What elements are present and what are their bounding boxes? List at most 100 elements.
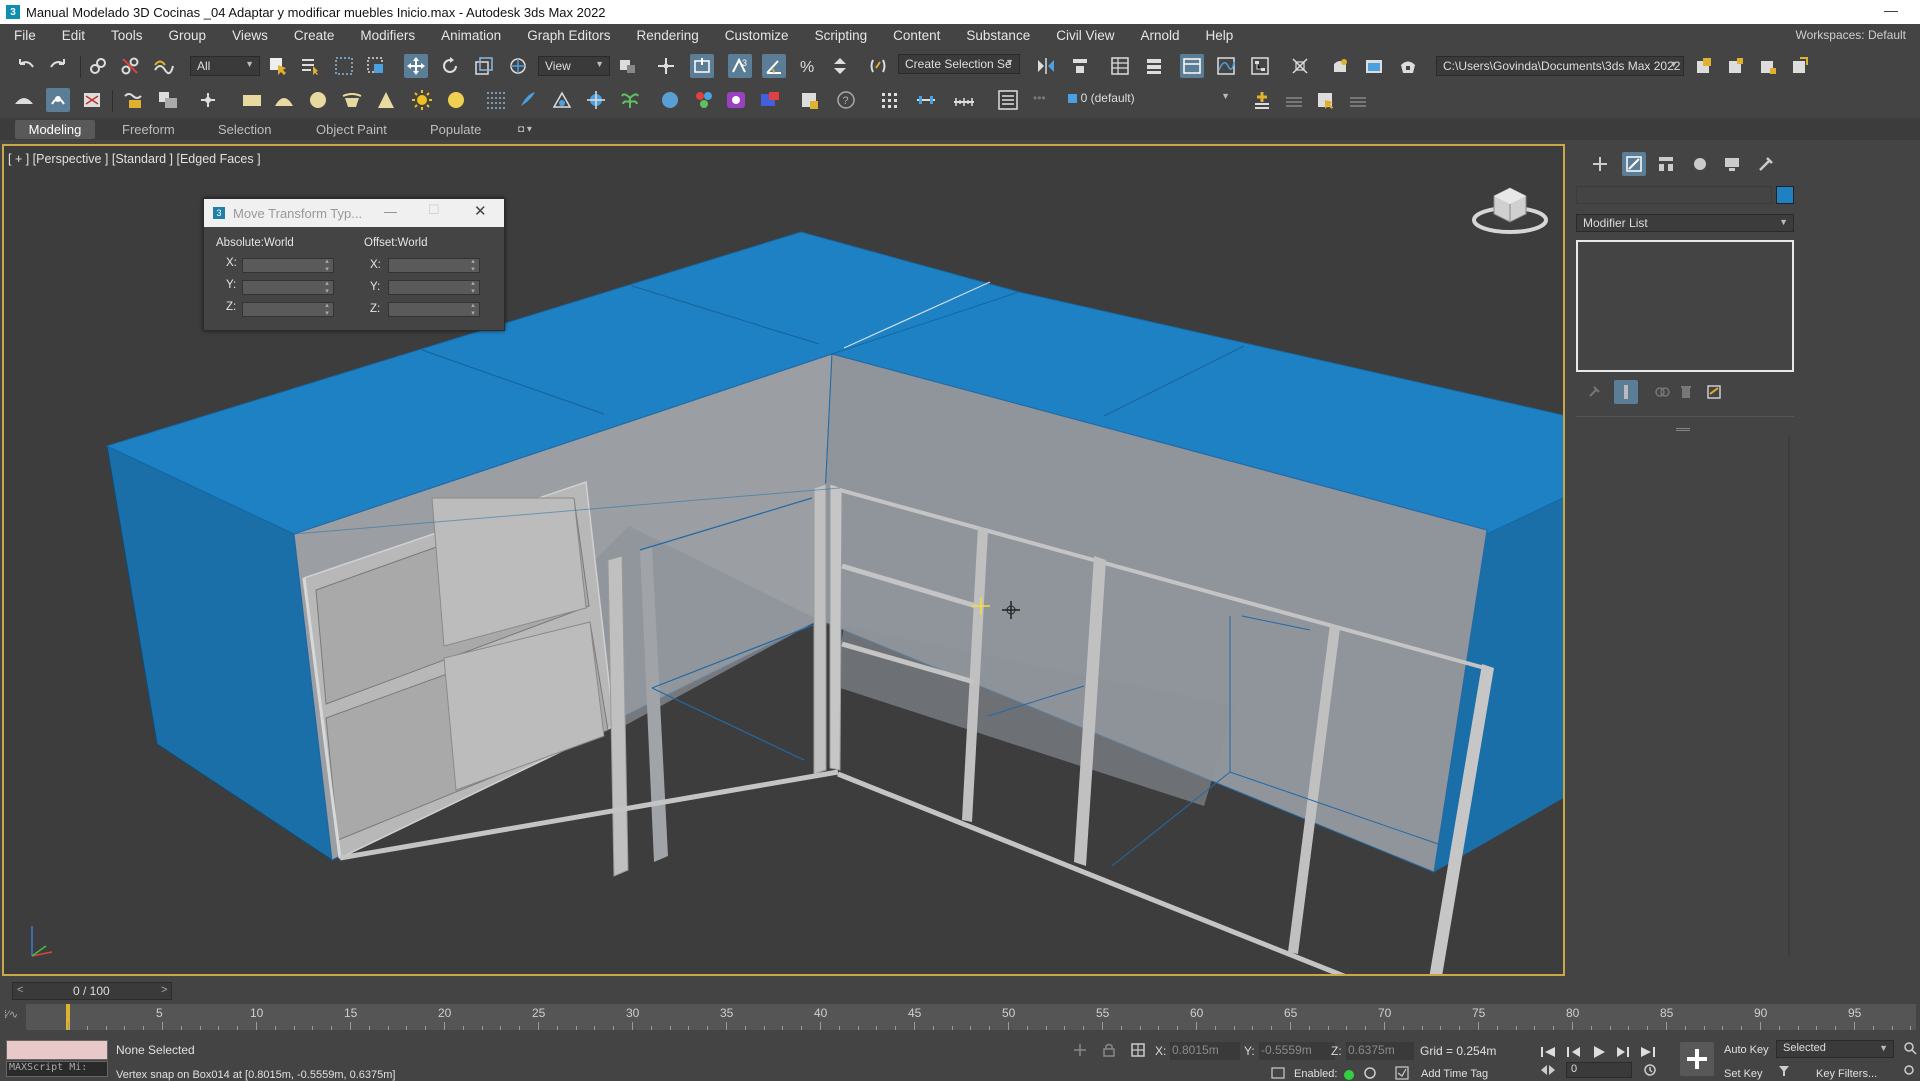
help-icon[interactable]: ?	[834, 88, 858, 112]
menu-create[interactable]: Create	[280, 28, 347, 43]
snaps-toggle-icon[interactable]: 3	[728, 54, 752, 78]
tab-modeling[interactable]: Modeling	[15, 120, 95, 139]
plane-primitive-icon[interactable]	[240, 88, 264, 112]
paint-icon[interactable]	[516, 88, 540, 112]
tab-selection[interactable]: Selection	[208, 120, 281, 139]
create-geometry-icon[interactable]	[12, 88, 36, 112]
selection-lock-icon[interactable]	[1097, 1038, 1121, 1062]
menu-scripting[interactable]: Scripting	[801, 28, 880, 43]
menu-group[interactable]: Group	[155, 28, 219, 43]
key-mode-toggle-icon[interactable]	[1539, 1062, 1557, 1078]
named-selection-dropdown[interactable]: Create Selection Se ▼	[898, 54, 1020, 74]
camera-icon[interactable]	[550, 88, 574, 112]
configure-modifier-sets-icon[interactable]	[1702, 380, 1726, 404]
go-to-end-icon[interactable]	[1636, 1040, 1660, 1064]
mirror-icon[interactable]	[1034, 54, 1058, 78]
create-icon[interactable]	[1588, 152, 1612, 176]
time-configuration-icon[interactable]	[1641, 1062, 1659, 1078]
track-bar[interactable]: 5 10 15 20 25 30 35 40 45 50 55 60 65 70 75 80 85 90 95	[26, 1004, 1916, 1030]
workspaces-selector[interactable]: Workspaces: Default	[1795, 28, 1906, 42]
material-sphere-icon[interactable]	[658, 88, 682, 112]
dialog-minimize-button[interactable]: —	[384, 204, 397, 219]
set-key-icon[interactable]	[1680, 1042, 1714, 1076]
isolate-selection-icon[interactable]	[1068, 1038, 1092, 1062]
menu-edit[interactable]: Edit	[48, 28, 97, 43]
make-unique-icon[interactable]	[1650, 380, 1674, 404]
modifier-stack-list[interactable]	[1576, 240, 1794, 372]
project-folder-dropdown[interactable]: C:\Users\Govinda\Documents\3ds Max 2022 ▼	[1436, 56, 1684, 76]
omni-light-icon[interactable]	[444, 88, 468, 112]
spinner-snap-icon[interactable]	[828, 54, 852, 78]
add-to-layer-icon[interactable]	[1250, 88, 1274, 112]
menu-graph-editors[interactable]: Graph Editors	[513, 28, 622, 43]
reference-coordinate-dropdown[interactable]: View ▼	[538, 56, 610, 76]
project-template-icon[interactable]	[1788, 54, 1812, 78]
layer-explorer-icon[interactable]	[1142, 54, 1166, 78]
rectangular-selection-icon[interactable]	[332, 54, 356, 78]
abs-z-spinner[interactable]	[242, 301, 334, 317]
key-selection-dropdown[interactable]: Selected ▼	[1776, 1040, 1894, 1058]
menu-help[interactable]: Help	[1192, 28, 1246, 43]
angle-snap-icon[interactable]	[762, 54, 786, 78]
set-current-layer-icon[interactable]	[1314, 88, 1338, 112]
render-production-icon[interactable]	[1396, 54, 1420, 78]
tab-freeform[interactable]: Freeform	[112, 120, 185, 139]
zoom-all-icon[interactable]	[1902, 1064, 1918, 1078]
light-icon[interactable]	[410, 88, 434, 112]
rollout-grip-icon[interactable]	[1676, 428, 1690, 431]
scene-explorer-icon[interactable]	[1108, 54, 1132, 78]
time-slider[interactable]: < 0 / 100 >	[12, 982, 172, 1000]
sphere-primitive-icon[interactable]	[272, 88, 296, 112]
arnold-render-icon[interactable]	[758, 88, 782, 112]
layer-dropdown[interactable]: ••• 0 (default) ▼	[1026, 88, 1236, 108]
select-and-rotate-icon[interactable]	[438, 54, 462, 78]
show-end-result-icon[interactable]	[1614, 380, 1638, 404]
helper-icon[interactable]	[584, 88, 608, 112]
material-map-icon[interactable]	[692, 88, 716, 112]
select-manipulate-icon[interactable]	[654, 54, 678, 78]
redo-icon[interactable]	[46, 54, 70, 78]
modify-icon[interactable]	[1622, 152, 1646, 176]
off-y-spinner[interactable]	[388, 279, 480, 295]
key-filters-icon[interactable]	[1776, 1064, 1792, 1078]
previous-frame-icon[interactable]	[1562, 1040, 1586, 1064]
z-coord-field[interactable]: 0.6375m	[1346, 1042, 1414, 1060]
array-icon[interactable]	[878, 88, 902, 112]
menu-modifiers[interactable]: Modifiers	[346, 28, 427, 43]
render-setup-icon[interactable]	[1328, 54, 1352, 78]
cone-primitive-icon[interactable]	[374, 88, 398, 112]
off-x-spinner[interactable]	[388, 257, 480, 273]
hierarchy-icon[interactable]	[1654, 152, 1678, 176]
time-slider-prev[interactable]: <	[17, 984, 23, 996]
menu-substance[interactable]: Substance	[952, 28, 1042, 43]
dialog-close-button[interactable]: ✕	[474, 202, 487, 220]
menu-tools[interactable]: Tools	[97, 28, 155, 43]
ribbon-toggle-icon[interactable]	[1180, 54, 1204, 78]
spacing-tool-icon[interactable]	[914, 88, 938, 112]
hide-layers-icon[interactable]	[1346, 88, 1370, 112]
selection-filter-dropdown[interactable]: All ▼	[190, 56, 260, 76]
keyboard-shortcut-override-icon[interactable]	[690, 54, 714, 78]
select-by-layer-icon[interactable]	[122, 88, 146, 112]
modifier-list-dropdown[interactable]: Modifier List ▼	[1576, 214, 1794, 232]
select-and-move-icon[interactable]	[404, 54, 428, 78]
panel-scrollbar[interactable]	[1788, 436, 1790, 956]
next-frame-icon[interactable]	[1611, 1040, 1635, 1064]
select-layer-icon[interactable]	[1282, 88, 1306, 112]
absolute-mode-icon[interactable]	[1126, 1038, 1150, 1062]
menu-arnold[interactable]: Arnold	[1126, 28, 1191, 43]
undo-icon[interactable]	[14, 54, 38, 78]
time-config-icon[interactable]	[1362, 1066, 1378, 1080]
dialog-header[interactable]: 3 Move Transform Typ... — ☐ ✕	[204, 199, 504, 227]
abs-y-spinner[interactable]	[242, 279, 334, 295]
material-editor-icon[interactable]	[1288, 54, 1312, 78]
set-key-button[interactable]: Set Key	[1724, 1068, 1763, 1080]
project-default-icon[interactable]	[1756, 54, 1780, 78]
layer-manager-icon[interactable]	[996, 88, 1020, 112]
teapot-primitive-icon[interactable]	[340, 88, 364, 112]
menu-animation[interactable]: Animation	[427, 28, 513, 43]
motion-icon[interactable]	[1688, 152, 1712, 176]
auto-key-button[interactable]: Auto Key	[1724, 1044, 1769, 1056]
maxscript-mini-listener[interactable]: MAXScript Mi:	[6, 1061, 108, 1077]
menu-file[interactable]: File	[0, 28, 48, 43]
